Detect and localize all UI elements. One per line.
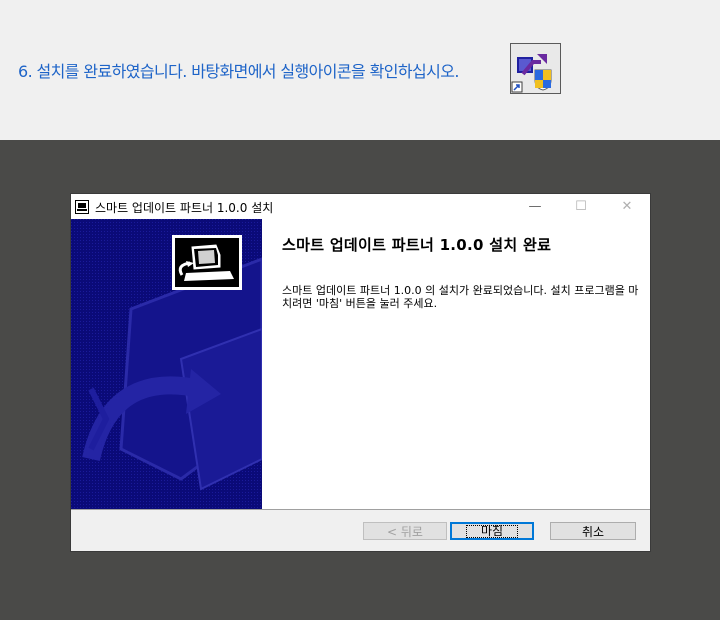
wizard-side-graphic xyxy=(71,219,262,509)
installer-window: 스마트 업데이트 파트너 1.0.0 설치 — ☐ ✕ 스마트 업데이트 파트너… xyxy=(71,194,650,551)
completion-heading: 스마트 업데이트 파트너 1.0.0 설치 완료 xyxy=(282,236,552,254)
finish-button-label: 마침 xyxy=(465,524,519,538)
window-title: 스마트 업데이트 파트너 1.0.0 설치 xyxy=(95,201,274,215)
minimize-button[interactable]: — xyxy=(512,194,558,219)
computer-arrow-graphic xyxy=(172,235,242,290)
button-separator xyxy=(71,509,650,510)
wizard-content: 스마트 업데이트 파트너 1.0.0 설치 완료 스마트 업데이트 파트너 1.… xyxy=(262,219,650,509)
installer-icon xyxy=(75,199,89,214)
shortcut-app-icon xyxy=(510,43,561,94)
instruction-banner: 6. 설치를 완료하였습니다. 바탕화면에서 실행아이콘을 확인하십시오. xyxy=(0,0,720,140)
window-titlebar[interactable]: 스마트 업데이트 파트너 1.0.0 설치 — ☐ ✕ xyxy=(71,194,650,219)
close-button[interactable]: ✕ xyxy=(604,194,650,219)
maximize-button[interactable]: ☐ xyxy=(558,194,604,219)
completion-message: 스마트 업데이트 파트너 1.0.0 의 설치가 완료되었습니다. 설치 프로그… xyxy=(282,284,639,310)
instruction-text: 6. 설치를 완료하였습니다. 바탕화면에서 실행아이콘을 확인하십시오. xyxy=(18,62,459,81)
cancel-button[interactable]: 취소 xyxy=(550,522,636,540)
finish-button[interactable]: 마침 xyxy=(450,522,534,540)
back-button[interactable]: < 뒤로 xyxy=(363,522,447,540)
